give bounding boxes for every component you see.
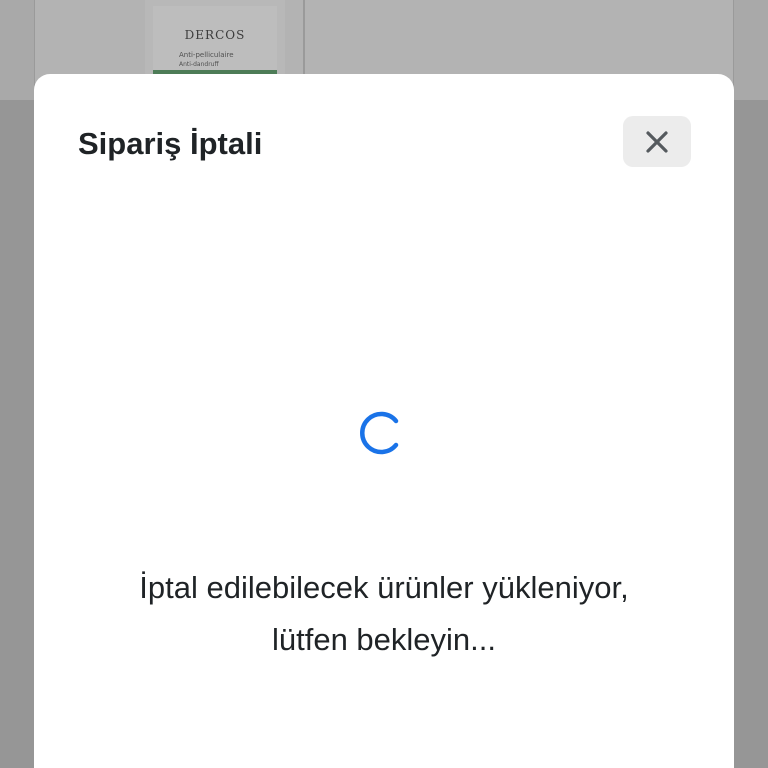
order-cancel-modal: Sipariş İptali İptal edilebilecek ürünle…: [34, 74, 734, 768]
product-brand: DERCOS: [184, 28, 246, 42]
loading-message: İptal edilebilecek ürünler yükleniyor, l…: [34, 562, 734, 666]
close-icon: [646, 130, 668, 153]
product-bottle-label: DERCOS Anti-pelliculaire Anti-dandruff: [153, 6, 277, 72]
overlay-dim: [734, 100, 768, 768]
modal-title: Sipariş İptali: [78, 126, 263, 161]
product-image: DERCOS Anti-pelliculaire Anti-dandruff: [145, 0, 285, 80]
product-label-line: Anti-dandruff: [179, 61, 219, 68]
page: DERCOS Anti-pelliculaire Anti-dandruff S…: [0, 0, 768, 768]
product-label-line: Anti-pelliculaire: [179, 51, 234, 59]
loading-message-line: İptal edilebilecek ürünler yükleniyor,: [139, 570, 629, 605]
close-button[interactable]: [623, 116, 691, 167]
loading-spinner-icon: [360, 411, 399, 455]
loading-message-line: lütfen bekleyin...: [271, 622, 497, 657]
overlay-dim: [0, 100, 34, 768]
